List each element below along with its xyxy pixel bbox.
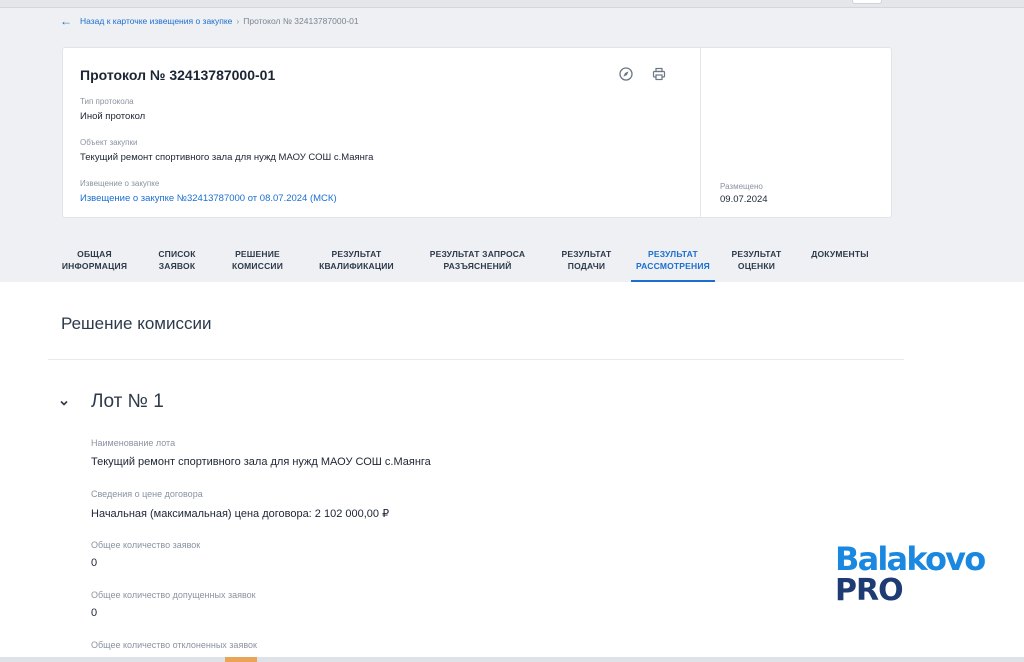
- protocol-type-label: Тип протокола: [80, 97, 134, 106]
- protocol-tabs: ОБЩАЯ ИНФОРМАЦИЯ СПИСОК ЗАЯВОК РЕШЕНИЕ КОМИ…: [50, 247, 882, 282]
- tab-review-result[interactable]: РЕЗУЛЬТАТ РАССМОТРЕНИЯ: [631, 247, 715, 282]
- admitted-applications-label: Общее количество допущенных заявок: [91, 590, 256, 600]
- lot-name-label: Наименование лота: [91, 438, 176, 448]
- price-value: Начальная (максимальная) цена договора: …: [91, 508, 390, 520]
- breadcrumb: ← Назад к карточке извещения о закупке ›…: [60, 14, 359, 28]
- tab-qualification-result[interactable]: РЕЗУЛЬТАТ КВАЛИФИКАЦИИ: [300, 247, 413, 282]
- tab-documents[interactable]: ДОКУМЕНТЫ: [798, 247, 882, 282]
- price-label: Сведения о цене договора: [91, 489, 203, 499]
- lot-name-value: Текущий ремонт спортивного зала для нужд…: [91, 456, 431, 468]
- tab-general-info[interactable]: ОБЩАЯ ИНФОРМАЦИЯ: [50, 247, 139, 282]
- watermark-logo: Balakovo PRO: [835, 540, 986, 610]
- object-value: Текущий ремонт спортивного зала для нужд…: [80, 152, 374, 163]
- section-divider: [48, 359, 904, 360]
- protocol-card: Протокол № 32413787000-01 Тип протокола …: [62, 47, 892, 218]
- tab-clarification-result[interactable]: РЕЗУЛЬТАТ ЗАПРОСА РАЗЪЯСНЕНИЙ: [413, 247, 542, 282]
- browser-top-strip: [0, 0, 1024, 8]
- taskbar-highlight: [225, 657, 257, 662]
- notice-label: Извещение о закупке: [80, 179, 160, 188]
- total-applications-value: 0: [91, 557, 98, 569]
- tab-commission-decision[interactable]: РЕШЕНИЕ КОМИССИИ: [215, 247, 300, 282]
- posted-date: 09.07.2024: [720, 194, 768, 205]
- card-actions: [618, 66, 666, 81]
- total-applications-label: Общее количество заявок: [91, 540, 201, 550]
- bottom-strip: [0, 657, 1024, 662]
- tab-applications-list[interactable]: СПИСОК ЗАЯВОК: [139, 247, 215, 282]
- breadcrumb-current: Протокол № 32413787000-01: [243, 16, 359, 26]
- protocol-type-value: Иной протокол: [80, 111, 146, 122]
- watermark-line1: Balakovo: [835, 540, 986, 578]
- arrow-left-icon[interactable]: ←: [60, 15, 72, 27]
- object-label: Объект закупки: [80, 138, 138, 147]
- admitted-applications-value: 0: [91, 607, 98, 619]
- protocol-title: Протокол № 32413787000-01: [80, 67, 276, 83]
- rejected-applications-label: Общее количество отклоненных заявок: [91, 640, 257, 650]
- compass-icon[interactable]: [618, 66, 633, 81]
- browser-tab-stub: [852, 0, 882, 4]
- section-title: Решение комиссии: [61, 314, 212, 333]
- card-divider: [700, 48, 701, 217]
- tab-submission-result[interactable]: РЕЗУЛЬТАТ ПОДАЧИ: [542, 247, 631, 282]
- notice-link[interactable]: Извещение о закупке №32413787000 от 08.0…: [80, 193, 337, 204]
- breadcrumb-separator: ›: [236, 16, 240, 26]
- print-icon[interactable]: [651, 66, 666, 81]
- posted-label: Размещено: [720, 182, 763, 191]
- lot-title: Лот № 1: [91, 391, 164, 412]
- chevron-down-icon[interactable]: [58, 396, 70, 408]
- watermark-line2: PRO: [835, 573, 904, 608]
- back-to-notice-link[interactable]: Назад к карточке извещения о закупке: [80, 16, 232, 26]
- tab-evaluation-result[interactable]: РЕЗУЛЬТАТ ОЦЕНКИ: [715, 247, 798, 282]
